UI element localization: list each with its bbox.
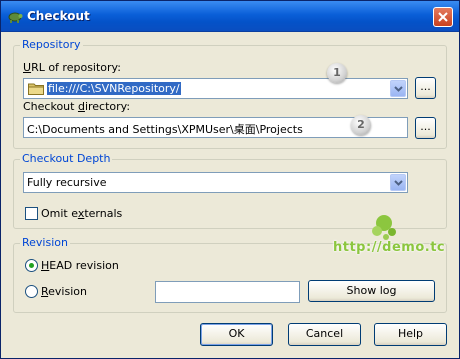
chevron-down-icon <box>394 86 403 92</box>
dialog-body: Repository URL of repository: file:///C:… <box>5 32 455 354</box>
watermark-text: http://demo.tc <box>333 240 446 255</box>
url-input-value[interactable]: file:///C:\SVNRepository/ <box>47 82 181 95</box>
revision-group-title: Revision <box>20 236 70 249</box>
radio-selected-dot <box>29 263 34 268</box>
folder-icon <box>28 83 44 95</box>
title-bar[interactable]: Checkout <box>1 1 459 32</box>
url-combobox[interactable]: file:///C:\SVNRepository/ <box>23 78 408 99</box>
omit-externals-checkbox[interactable] <box>25 207 38 220</box>
browse-url-button[interactable]: ... <box>415 77 436 99</box>
head-revision-radio[interactable] <box>25 259 38 272</box>
url-dropdown-button[interactable] <box>390 80 406 97</box>
checkout-depth-group-title: Checkout Depth <box>20 152 113 165</box>
checkout-directory-value: C:\Documents and Settings\XPMUser\桌面\Pro… <box>27 123 303 136</box>
repository-group-title: Repository <box>20 38 83 51</box>
show-log-button[interactable]: Show log <box>308 280 435 302</box>
revision-radio[interactable] <box>25 285 38 298</box>
head-revision-label[interactable]: HEAD revision <box>41 259 119 272</box>
depth-select[interactable]: Fully recursive <box>23 172 408 193</box>
cancel-button[interactable]: Cancel <box>288 323 361 346</box>
watermark-logo-icon <box>372 215 396 240</box>
depth-selected-value: Fully recursive <box>27 176 107 189</box>
callout-1: 1 <box>327 63 347 83</box>
help-button[interactable]: Help <box>374 323 447 346</box>
close-button[interactable] <box>433 7 453 27</box>
revision-input[interactable] <box>155 281 300 303</box>
close-icon <box>438 12 448 22</box>
checkout-directory-input[interactable]: C:\Documents and Settings\XPMUser\桌面\Pro… <box>23 117 408 138</box>
omit-externals-label[interactable]: Omit externals <box>41 207 122 220</box>
url-label: URL of repository: <box>23 61 121 74</box>
browse-directory-button[interactable]: ... <box>415 117 436 139</box>
depth-dropdown-button[interactable] <box>390 174 406 191</box>
window-title: Checkout <box>27 9 90 23</box>
revision-label[interactable]: Revision <box>41 285 87 298</box>
callout-2: 2 <box>351 115 371 135</box>
tortoise-icon <box>8 12 23 23</box>
checkout-dialog: Checkout Repository URL of repository: f… <box>0 0 460 359</box>
ok-button[interactable]: OK <box>200 323 273 346</box>
checkout-directory-label: Checkout directory: <box>23 100 131 113</box>
chevron-down-icon <box>394 180 403 186</box>
